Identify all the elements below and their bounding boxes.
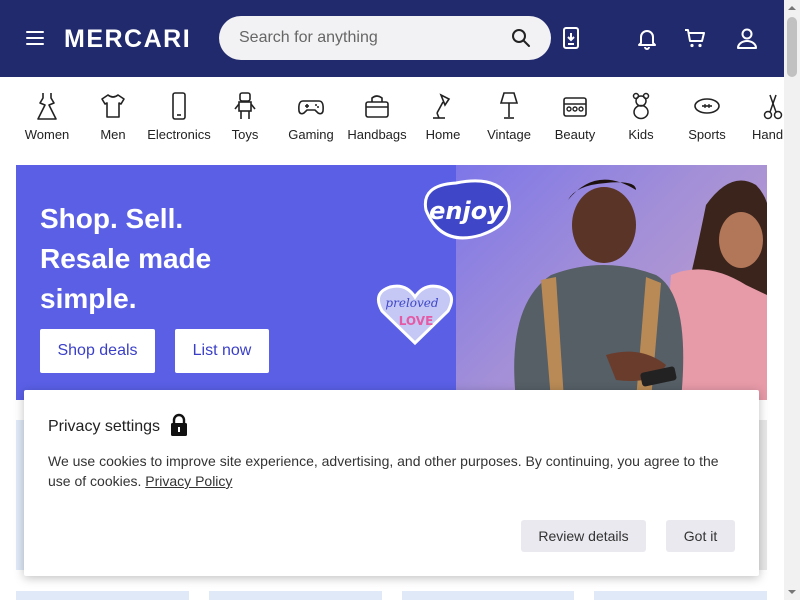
football-icon	[694, 98, 720, 114]
lock-icon	[171, 413, 187, 436]
mercari-logo[interactable]: MERCARI	[64, 25, 191, 54]
hero-headline-line: simple.	[40, 283, 137, 314]
handbag-icon	[365, 95, 389, 118]
category-label: Electronics	[147, 127, 211, 142]
hero-headline-line: Resale made	[40, 243, 212, 274]
search-input[interactable]	[239, 16, 509, 60]
hero-headline-line: Shop. Sell.	[40, 203, 184, 234]
category-handmade[interactable]: Handm	[740, 91, 784, 142]
category-handbags[interactable]: Handbags	[344, 91, 410, 142]
mercari-home-page: MERCARI Search for anything Women Men El…	[0, 0, 800, 600]
phone-icon	[172, 92, 186, 120]
page-scrollbar[interactable]	[784, 0, 800, 600]
category-label: Men	[100, 127, 126, 142]
app-download-icon[interactable]	[559, 26, 583, 50]
category-label: Sports	[688, 127, 726, 142]
teddy-bear-icon	[632, 92, 650, 120]
hero-headline: Shop. Sell. Resale made simple.	[40, 199, 300, 319]
category-kids[interactable]: Kids	[608, 91, 674, 142]
tshirt-icon	[101, 94, 125, 118]
search-icon[interactable]	[511, 28, 531, 48]
enjoy-sticker: enjoy	[423, 179, 511, 240]
preloved-love-sticker: preloved LOVE	[376, 284, 454, 346]
category-men[interactable]: Men	[80, 91, 146, 142]
menu-icon[interactable]	[26, 29, 46, 47]
category-label: Handbags	[347, 127, 407, 142]
category-label: Handm	[752, 127, 784, 142]
category-women[interactable]: Women	[14, 91, 80, 142]
category-label: Gaming	[288, 127, 334, 142]
category-label: Toys	[231, 127, 259, 142]
bell-icon[interactable]	[635, 26, 659, 50]
product-card[interactable]	[209, 591, 382, 600]
privacy-settings-dialog: Privacy settings We use cookies to impro…	[24, 390, 759, 576]
product-card[interactable]	[594, 591, 767, 600]
sticker-preloved-text: preloved	[385, 296, 438, 310]
robot-toy-icon	[234, 92, 256, 119]
privacy-message: We use cookies to improve site experienc…	[48, 451, 738, 491]
category-label: Beauty	[554, 127, 596, 142]
palette-icon	[563, 97, 587, 117]
handmade-icon	[763, 94, 783, 120]
sticker-enjoy-text: enjoy	[429, 197, 504, 225]
got-it-button[interactable]: Got it	[666, 520, 735, 552]
category-label: Vintage	[487, 127, 531, 142]
search-bar	[219, 16, 551, 60]
category-electronics[interactable]: Electronics	[146, 91, 212, 142]
product-card[interactable]	[402, 591, 574, 600]
product-card-edge	[759, 420, 767, 570]
scroll-thumb[interactable]	[787, 17, 797, 77]
privacy-policy-link[interactable]: Privacy Policy	[145, 473, 232, 489]
shop-deals-button[interactable]: Shop deals	[40, 329, 155, 373]
product-card-edge	[16, 420, 24, 570]
lamp-icon	[433, 93, 451, 119]
dress-icon	[37, 93, 57, 120]
vintage-lamp-icon	[499, 92, 519, 119]
category-vintage[interactable]: Vintage	[476, 91, 542, 142]
cart-icon[interactable]	[683, 26, 707, 50]
category-home[interactable]: Home	[410, 91, 476, 142]
category-gaming[interactable]: Gaming	[278, 91, 344, 142]
privacy-title: Privacy settings	[48, 418, 161, 435]
category-toys[interactable]: Toys	[212, 91, 278, 142]
category-label: Kids	[628, 127, 654, 142]
category-label: Women	[24, 127, 70, 142]
user-account-icon[interactable]	[735, 26, 759, 50]
category-nav: Women Men Electronics Toys Gaming Handba…	[0, 77, 784, 165]
product-card[interactable]	[16, 591, 189, 600]
gamepad-icon	[298, 100, 324, 115]
list-now-button[interactable]: List now	[175, 329, 269, 373]
scroll-up-arrow-icon[interactable]	[784, 0, 800, 16]
category-sports[interactable]: Sports	[674, 91, 740, 142]
top-header: MERCARI	[0, 0, 784, 77]
sticker-love-text: LOVE	[399, 314, 434, 328]
scroll-down-arrow-icon[interactable]	[784, 584, 800, 600]
hero-banner: enjoy preloved LOVE Shop. Sell. Resale m…	[16, 165, 767, 400]
category-beauty[interactable]: Beauty	[542, 91, 608, 142]
category-label: Home	[425, 127, 461, 142]
review-details-button[interactable]: Review details	[521, 520, 646, 552]
